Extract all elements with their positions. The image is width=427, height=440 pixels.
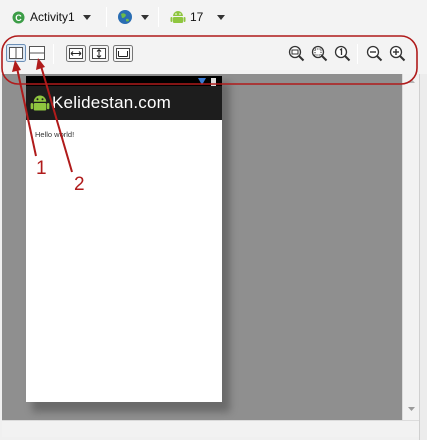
- toolbar-separator: [53, 44, 54, 64]
- zoom-real-size-icon: [311, 45, 328, 62]
- fit-height-button[interactable]: [89, 45, 109, 62]
- android-icon: [170, 11, 186, 23]
- zoom-to-fit-button[interactable]: [288, 45, 305, 62]
- activity-label: Activity1: [30, 10, 75, 24]
- zoom-in-button[interactable]: [389, 45, 406, 62]
- toolbar-separator: [357, 44, 358, 64]
- horizontal-scrollbar[interactable]: [2, 420, 419, 437]
- chevron-down-icon: [217, 14, 226, 20]
- layout-side-by-side-icon: [6, 44, 26, 62]
- status-bar: [26, 76, 222, 86]
- callout-1-label: 1: [36, 158, 47, 179]
- device-preview[interactable]: Kelidestan.com Hello world!: [26, 76, 222, 402]
- zoom-actual-button[interactable]: [334, 45, 351, 62]
- fit-screen-button[interactable]: [113, 45, 133, 62]
- activity-icon: C: [12, 11, 25, 23]
- hello-text: Hello world!: [35, 130, 75, 139]
- chevron-down-icon: [141, 14, 149, 20]
- zoom-out-button[interactable]: [366, 45, 383, 62]
- toolbar-separator: [106, 7, 107, 27]
- svg-text:C: C: [15, 12, 22, 22]
- fit-width-button[interactable]: [66, 45, 86, 62]
- api-level-label: 17: [190, 10, 204, 24]
- scroll-arrows-icon: [408, 79, 415, 411]
- globe-icon: [118, 10, 132, 24]
- fit-screen-icon: [113, 45, 133, 62]
- fit-width-icon: [66, 45, 86, 62]
- zoom-actual-icon: [334, 45, 351, 62]
- layout-side-by-side-button[interactable]: [6, 44, 26, 62]
- vertical-scrollbar[interactable]: [402, 74, 419, 420]
- callout-2-label: 2: [74, 174, 85, 195]
- toolbar-separator: [158, 7, 159, 27]
- locale-dropdown[interactable]: [117, 6, 149, 28]
- fit-height-icon: [89, 45, 109, 62]
- zoom-real-size-button[interactable]: [311, 45, 328, 62]
- layout-stacked-icon: [29, 46, 45, 60]
- zoom-out-icon: [366, 45, 383, 62]
- activity-dropdown[interactable]: C Activity1: [12, 6, 91, 28]
- api-level-dropdown[interactable]: 17: [170, 6, 226, 28]
- zoom-in-icon: [389, 45, 406, 62]
- action-bar: Kelidestan.com: [26, 86, 222, 120]
- layout-stacked-button[interactable]: [29, 46, 45, 60]
- android-app-icon: [30, 95, 50, 111]
- chevron-down-icon: [82, 14, 91, 20]
- side-panel-edge: [419, 74, 427, 440]
- config-toolbar: C Activity1 17: [0, 0, 427, 34]
- app-title: Kelidestan.com: [52, 93, 172, 112]
- layout-toolbar: [0, 34, 427, 74]
- zoom-to-fit-icon: [288, 45, 305, 62]
